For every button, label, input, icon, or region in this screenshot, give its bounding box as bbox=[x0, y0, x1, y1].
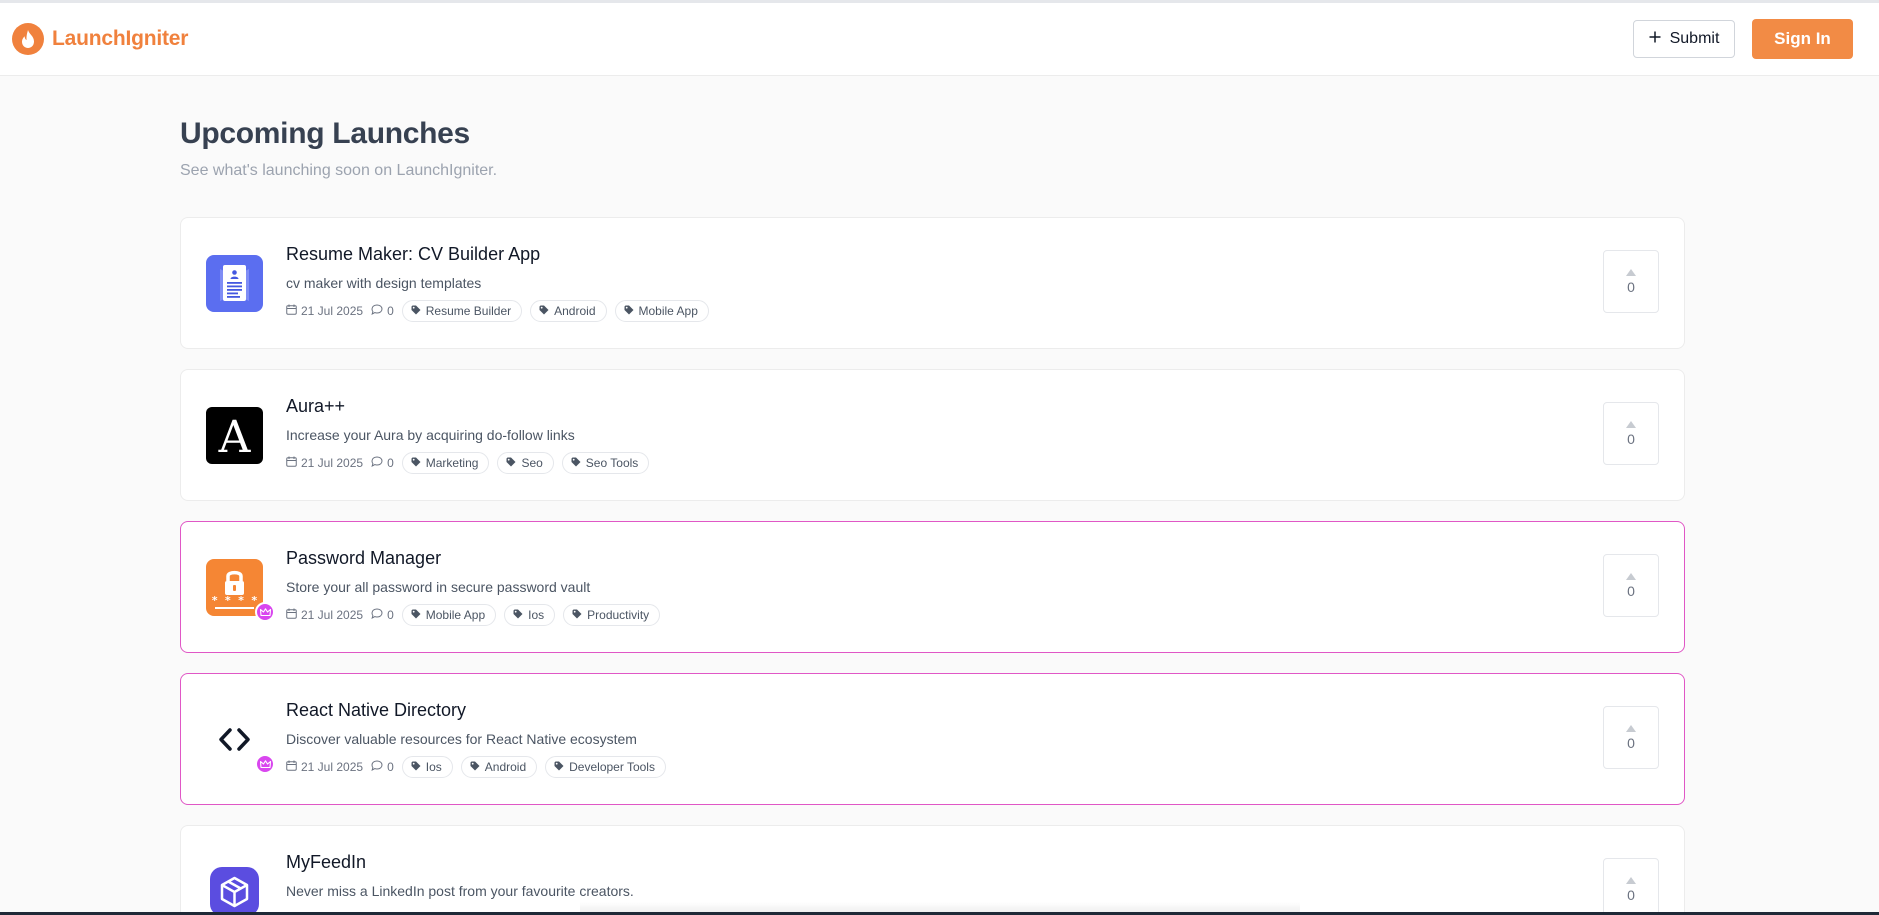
tag-chip[interactable]: Developer Tools bbox=[545, 756, 666, 778]
submit-label: Submit bbox=[1669, 30, 1720, 47]
tag-chip[interactable]: Productivity bbox=[563, 604, 661, 626]
letter-a-logo-icon: A bbox=[206, 407, 263, 464]
upvote-arrow-icon bbox=[1626, 420, 1636, 428]
tag-icon bbox=[411, 760, 421, 774]
launch-description: cv maker with design templates bbox=[286, 275, 482, 291]
comment-icon bbox=[371, 456, 383, 470]
svg-text:* * * *: * * * * bbox=[211, 594, 257, 607]
launch-date: 21 Jul 2025 bbox=[286, 608, 363, 622]
crown-badge-icon bbox=[255, 754, 275, 774]
tag-icon bbox=[411, 304, 421, 318]
flame-icon bbox=[12, 23, 44, 55]
padlock-password-icon: * * * * bbox=[206, 559, 263, 616]
calendar-icon bbox=[286, 760, 297, 774]
tag-chip[interactable]: Mobile App bbox=[401, 604, 497, 626]
launch-date: 21 Jul 2025 bbox=[286, 456, 363, 470]
upvote-button[interactable]: 0 bbox=[1603, 858, 1659, 915]
upvote-button[interactable]: 0 bbox=[1603, 250, 1659, 313]
site-header: LaunchIgniter Submit Sign In bbox=[0, 3, 1879, 76]
calendar-icon bbox=[286, 304, 297, 318]
tag-chip[interactable]: Seo Tools bbox=[561, 452, 650, 474]
upvote-button[interactable]: 0 bbox=[1603, 706, 1659, 769]
launch-meta: 21 Jul 2025 0 Mobile App Ios Productivit… bbox=[286, 604, 661, 626]
upvote-button[interactable]: 0 bbox=[1603, 402, 1659, 465]
comment-count: 0 bbox=[371, 456, 394, 470]
svg-text:A: A bbox=[218, 412, 252, 463]
calendar-icon bbox=[286, 456, 297, 470]
comment-count: 0 bbox=[371, 304, 394, 318]
launch-date: 21 Jul 2025 bbox=[286, 760, 363, 774]
launch-meta: 21 Jul 2025 0 Ios Android Developer Tool… bbox=[286, 756, 666, 778]
launch-description: Increase your Aura by acquiring do-follo… bbox=[286, 427, 575, 443]
tag-icon bbox=[411, 608, 421, 622]
vote-count: 0 bbox=[1627, 582, 1635, 599]
launch-description: Discover valuable resources for React Na… bbox=[286, 731, 637, 747]
comment-icon bbox=[371, 304, 383, 318]
launch-description: Store your all password in secure passwo… bbox=[286, 579, 591, 595]
tag-chip[interactable]: Resume Builder bbox=[401, 300, 523, 322]
tag-icon bbox=[554, 760, 564, 774]
launch-description: Never miss a LinkedIn post from your fav… bbox=[286, 883, 634, 899]
sign-in-button[interactable]: Sign In bbox=[1752, 19, 1853, 59]
launch-title[interactable]: Aura++ bbox=[286, 396, 345, 417]
tag-icon bbox=[470, 760, 480, 774]
submit-button[interactable]: Submit bbox=[1633, 20, 1735, 58]
tag-icon bbox=[572, 608, 582, 622]
vote-count: 0 bbox=[1627, 430, 1635, 447]
launch-meta: 21 Jul 2025 0 Marketing Seo Seo Tools bbox=[286, 452, 650, 474]
cube-logo-icon bbox=[206, 863, 263, 915]
code-brackets-icon bbox=[206, 711, 263, 768]
tag-icon bbox=[539, 304, 549, 318]
tag-chip[interactable]: Android bbox=[460, 756, 538, 778]
comment-icon bbox=[371, 760, 383, 774]
launch-date: 21 Jul 2025 bbox=[286, 304, 363, 318]
tag-icon bbox=[571, 456, 581, 470]
comment-count: 0 bbox=[371, 608, 394, 622]
upvote-arrow-icon bbox=[1626, 268, 1636, 276]
plus-icon bbox=[1649, 30, 1661, 48]
tag-icon bbox=[506, 456, 516, 470]
tag-chip[interactable]: Marketing bbox=[401, 452, 490, 474]
launch-title[interactable]: Resume Maker: CV Builder App bbox=[286, 244, 540, 265]
launch-card[interactable]: A Aura++ Increase your Aura by acquiring… bbox=[180, 369, 1685, 501]
page-title: Upcoming Launches bbox=[180, 117, 470, 150]
vote-count: 0 bbox=[1627, 886, 1635, 903]
launch-title[interactable]: React Native Directory bbox=[286, 700, 466, 721]
tag-chip[interactable]: Mobile App bbox=[614, 300, 709, 322]
comment-count: 0 bbox=[371, 760, 394, 774]
tag-icon bbox=[411, 456, 421, 470]
launch-card-featured[interactable]: * * * * Password Manager Store your all … bbox=[180, 521, 1685, 653]
vote-count: 0 bbox=[1627, 734, 1635, 751]
logo-text: LaunchIgniter bbox=[52, 27, 189, 50]
vote-count: 0 bbox=[1627, 278, 1635, 295]
launch-title[interactable]: Password Manager bbox=[286, 548, 441, 569]
calendar-icon bbox=[286, 608, 297, 622]
tag-icon bbox=[513, 608, 523, 622]
tag-chip[interactable]: Seo bbox=[497, 452, 554, 474]
crown-badge-icon bbox=[255, 602, 275, 622]
launch-card[interactable]: Resume Maker: CV Builder App cv maker wi… bbox=[180, 217, 1685, 349]
upvote-button[interactable]: 0 bbox=[1603, 554, 1659, 617]
tag-icon bbox=[624, 304, 634, 318]
logo-link[interactable]: LaunchIgniter bbox=[12, 23, 188, 55]
tag-chip[interactable]: Ios bbox=[504, 604, 556, 626]
launch-meta: 21 Jul 2025 0 Resume Builder Android Mob… bbox=[286, 300, 709, 322]
tag-chip[interactable]: Android bbox=[530, 300, 607, 322]
resume-document-icon bbox=[206, 255, 263, 312]
upvote-arrow-icon bbox=[1626, 572, 1636, 580]
upvote-arrow-icon bbox=[1626, 876, 1636, 884]
comment-icon bbox=[371, 608, 383, 622]
launch-title[interactable]: MyFeedIn bbox=[286, 852, 366, 873]
launch-card-featured[interactable]: React Native Directory Discover valuable… bbox=[180, 673, 1685, 805]
tag-chip[interactable]: Ios bbox=[401, 756, 453, 778]
upvote-arrow-icon bbox=[1626, 724, 1636, 732]
page-subtitle: See what's launching soon on LaunchIgnit… bbox=[180, 162, 498, 179]
